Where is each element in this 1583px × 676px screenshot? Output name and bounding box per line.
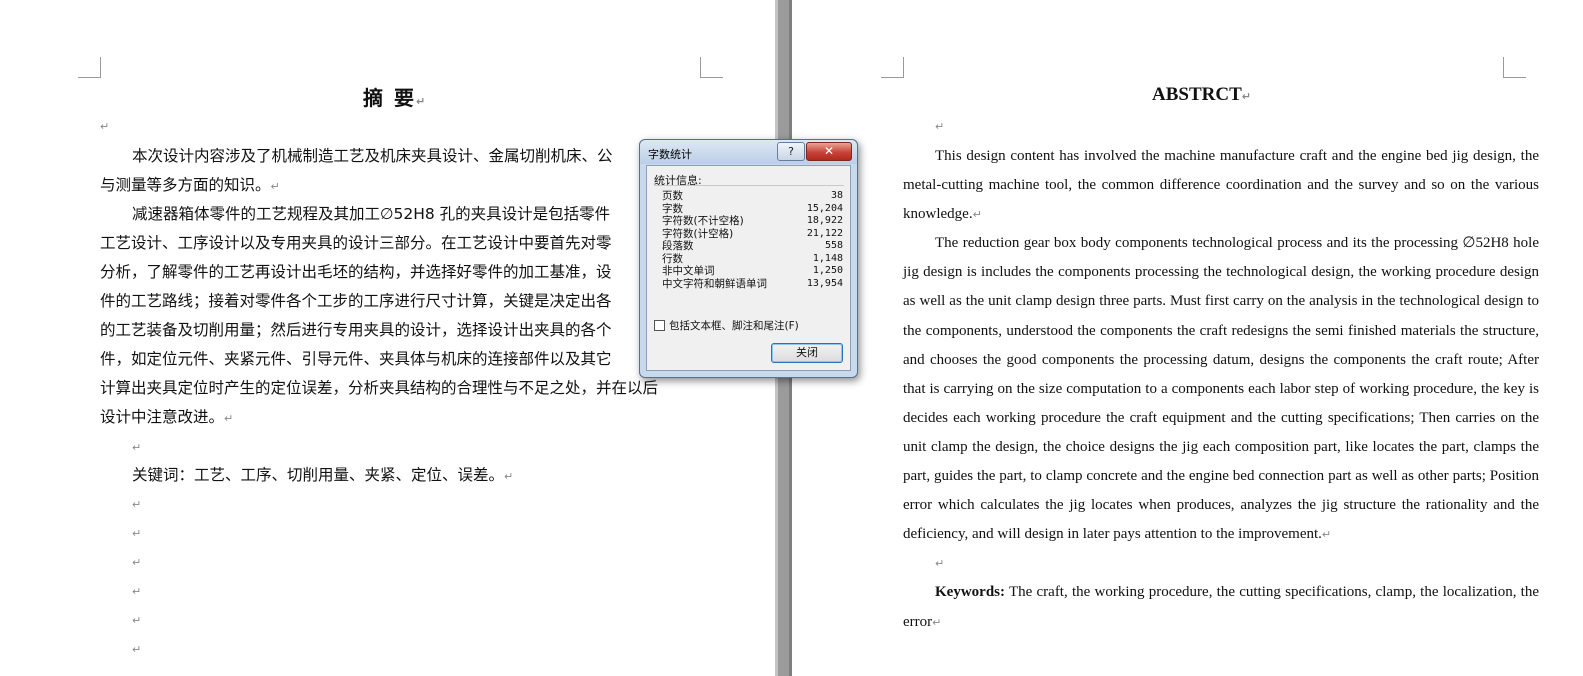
stat-value: 1,148 — [812, 252, 843, 264]
line-text: 件，如定位元件、夹紧元件、引导元件、夹具体与机床的连接部件以及其它 — [100, 350, 612, 368]
stat-value: 15,204 — [806, 202, 843, 214]
paragraph-mark: ↵ — [132, 441, 142, 454]
include-textbox-checkbox[interactable]: 包括文本框、脚注和尾注(F) — [654, 318, 799, 333]
stat-row: 字符数(计空格) 21,122 — [654, 228, 843, 241]
abstract-zh-line: 分析，了解零件的工艺再设计出毛坯的结构，并选择好零件的加工基准，设 — [100, 258, 700, 287]
crop-mark-top-left — [78, 57, 101, 78]
abstract-en-paragraph-2: The reduction gear box body components t… — [903, 235, 1539, 543]
paragraph-mark: ↵ — [224, 412, 234, 425]
stat-value: 558 — [824, 240, 843, 251]
stat-label: 段落数 — [662, 240, 694, 252]
keywords-en: Keywords: The craft, the working procedu… — [903, 584, 1539, 630]
line-text: 关键词：工艺、工序、切削用量、夹紧、定位、误差。 — [132, 466, 505, 484]
stat-value: 1,250 — [812, 265, 843, 276]
abstract-zh-line: 件，如定位元件、夹紧元件、引导元件、夹具体与机床的连接部件以及其它 — [100, 345, 700, 374]
paragraph-mark: ↵ — [100, 120, 110, 133]
checkbox-label: 包括文本框、脚注和尾注(F) — [669, 320, 799, 332]
stat-label: 页数 — [662, 190, 683, 202]
stat-value: 21,122 — [806, 227, 843, 239]
abstract-zh-line: 工艺设计、工序设计以及专用夹具的设计三部分。在工艺设计中要首先对零 — [100, 229, 700, 258]
stat-row: 非中文单词 1,250 — [654, 265, 843, 278]
stat-row: 字符数(不计空格) 18,922 — [654, 215, 843, 228]
line-text: 件的工艺路线；接着对零件各个工步的工序进行尺寸计算，关键是决定出各 — [100, 292, 612, 310]
paragraph-mark: ↵ — [132, 527, 142, 540]
stat-label: 非中文单词 — [662, 265, 715, 277]
line-text: 本次设计内容涉及了机械制造工艺及机床夹具设计、金属切削机床、公 — [132, 147, 613, 165]
crop-mark-top-left — [881, 57, 904, 78]
stat-label: 字符数(不计空格) — [662, 215, 744, 227]
abstract-zh-body[interactable]: 本次设计内容涉及了机械制造工艺及机床夹具设计、金属切削机床、公与测量等多方面的知… — [100, 142, 700, 664]
dialog-title: 字数统计 — [648, 148, 692, 161]
stat-value: 18,922 — [806, 215, 843, 226]
dialog-client: 统计信息: 页数 38 字数 15,204 字符数(不计空格) 18,922 字符数(计空格… — [646, 165, 851, 371]
abstract-zh-line: 计算出夹具定位时产生的定位误差，分析夹具结构的合理性与不足之处，并在以后 — [100, 374, 700, 403]
paragraph-mark: ↵ — [132, 643, 142, 656]
stats-separator — [654, 185, 844, 186]
abstract-en-body[interactable]: This design content has involved the mac… — [903, 142, 1539, 637]
abstract-zh-line: 关键词：工艺、工序、切削用量、夹紧、定位、误差。↵ — [100, 461, 700, 490]
dialog-title-bar[interactable]: 字数统计 ? ✕ — [640, 140, 857, 164]
stat-row: 中文字符和朝鲜语单词 13,954 — [654, 278, 843, 291]
stats-list: 页数 38 字数 15,204 字符数(不计空格) 18,922 字符数(计空格) 21,12… — [654, 190, 843, 290]
crop-mark-top-right — [1503, 57, 1526, 78]
abstract-zh-line: 件的工艺路线；接着对零件各个工步的工序进行尺寸计算，关键是决定出各 — [100, 287, 700, 316]
paragraph-mark: ↵ — [935, 120, 945, 133]
abstract-en-paragraph-1: This design content has involved the mac… — [903, 148, 1539, 223]
help-button[interactable]: ? — [777, 142, 805, 161]
stat-row: 字数 15,204 — [654, 203, 843, 216]
line-text: 设计中注意改进。 — [100, 408, 225, 426]
abstract-zh-line: 本次设计内容涉及了机械制造工艺及机床夹具设计、金属切削机床、公 — [100, 142, 700, 171]
paragraph-mark: ↵ — [132, 585, 142, 598]
stat-row: 行数 1,148 — [654, 253, 843, 266]
stat-value: 13,954 — [806, 277, 843, 289]
stat-label: 字符数(计空格) — [662, 227, 734, 240]
line-text: 工艺设计、工序设计以及专用夹具的设计三部分。在工艺设计中要首先对零 — [100, 234, 612, 252]
line-text: 减速器箱体零件的工艺规程及其加工∅52H8 孔的夹具设计是包括零件 — [132, 205, 611, 223]
paragraph-mark: ↵ — [935, 557, 945, 571]
close-button[interactable]: 关闭 — [771, 343, 843, 363]
crop-mark-top-right — [700, 57, 723, 78]
line-text: 与测量等多方面的知识。 — [100, 176, 271, 194]
paragraph-mark: ↵ — [132, 614, 142, 627]
abstract-zh-line: 与测量等多方面的知识。↵ — [100, 171, 700, 200]
right-document-page[interactable]: ABSTRCT↵ ↵ This design content has invol… — [792, 0, 1583, 676]
paragraph-mark: ↵ — [270, 180, 280, 193]
stat-value: 38 — [830, 190, 843, 201]
line-text: 计算出夹具定位时产生的定位误差，分析夹具结构的合理性与不足之处，并在以后 — [100, 379, 659, 397]
abstract-zh-line: 设计中注意改进。↵ — [100, 403, 700, 432]
line-text: 分析，了解零件的工艺再设计出毛坯的结构，并选择好零件的加工基准，设 — [100, 263, 612, 281]
checkbox-square[interactable] — [654, 320, 665, 331]
abstract-zh-line: ↵ — [100, 432, 700, 461]
paragraph-mark: ↵ — [132, 556, 142, 569]
stat-row: 页数 38 — [654, 190, 843, 203]
stat-label: 字数 — [662, 202, 683, 215]
stat-row: 段落数 558 — [654, 240, 843, 253]
word-count-dialog[interactable]: 字数统计 ? ✕ 统计信息: 页数 38 字数 15,204 字符数(不计空格) 18,9… — [639, 139, 858, 378]
line-text: 的工艺装备及切削用量；然后进行专用夹具的设计，选择设计出夹具的各个 — [100, 321, 612, 339]
paragraph-mark: ↵ — [504, 470, 514, 483]
stat-label: 行数 — [662, 252, 683, 265]
abstract-zh-line: 减速器箱体零件的工艺规程及其加工∅52H8 孔的夹具设计是包括零件 — [100, 200, 700, 229]
abstract-title-zh: 摘 要↵ — [363, 86, 428, 110]
stat-label: 中文字符和朝鲜语单词 — [662, 277, 767, 290]
abstract-title-en: ABSTRCT↵ — [1152, 84, 1251, 105]
dialog-close-x-button[interactable]: ✕ — [806, 142, 852, 161]
abstract-zh-line: 的工艺装备及切削用量；然后进行专用夹具的设计，选择设计出夹具的各个 — [100, 316, 700, 345]
paragraph-mark: ↵ — [132, 498, 142, 511]
